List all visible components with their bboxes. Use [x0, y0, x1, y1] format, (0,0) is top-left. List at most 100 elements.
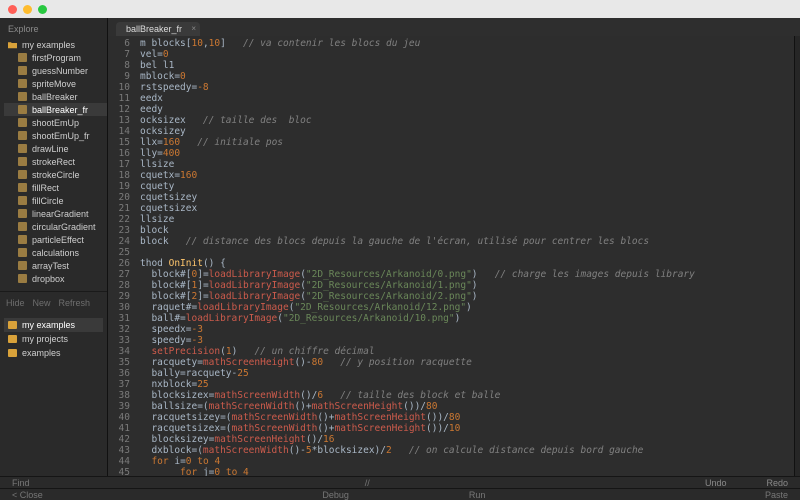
- code-line[interactable]: cquety: [140, 181, 794, 192]
- code-line[interactable]: block#[1]=loadLibraryImage("2D_Resources…: [140, 280, 794, 291]
- code-line[interactable]: ocksizex // taille des bloc: [140, 115, 794, 126]
- project-item[interactable]: my examples: [4, 318, 103, 332]
- close-traffic-light[interactable]: [8, 5, 17, 14]
- file-item[interactable]: shootEmUp: [4, 116, 107, 129]
- file-icon: [18, 118, 27, 127]
- code-line[interactable]: speedy=-3: [140, 335, 794, 346]
- sidebar-action-hide[interactable]: Hide: [6, 298, 25, 308]
- code-line[interactable]: block#[2]=loadLibraryImage("2D_Resources…: [140, 291, 794, 302]
- code-line[interactable]: llsize: [140, 159, 794, 170]
- file-icon: [18, 66, 27, 75]
- code-line[interactable]: blocksizey=mathScreenHeight()/16: [140, 434, 794, 445]
- code-line[interactable]: m blocks[10,10] // va contenir les blocs…: [140, 38, 794, 49]
- status-debug[interactable]: Debug: [322, 490, 349, 500]
- status-paste[interactable]: Paste: [765, 490, 788, 500]
- project-item[interactable]: my projects: [4, 332, 103, 346]
- code-line[interactable]: racquety=mathScreenHeight()-80 // y posi…: [140, 357, 794, 368]
- file-icon: [18, 222, 27, 231]
- cmd-undo[interactable]: Undo: [705, 478, 727, 488]
- file-item[interactable]: strokeCircle: [4, 168, 107, 181]
- code-line[interactable]: llsize: [140, 214, 794, 225]
- file-label: fillCircle: [32, 196, 64, 206]
- file-item[interactable]: spriteMove: [4, 77, 107, 90]
- cmd-find[interactable]: Find: [12, 478, 30, 488]
- status-close[interactable]: < Close: [12, 490, 43, 500]
- status-run[interactable]: Run: [469, 490, 486, 500]
- folder-my-examples[interactable]: my examples: [4, 38, 107, 51]
- code-line[interactable]: block // distance des blocs depuis la ga…: [140, 236, 794, 247]
- file-icon: [18, 248, 27, 257]
- file-label: shootEmUp: [32, 118, 79, 128]
- close-icon[interactable]: ×: [191, 24, 196, 33]
- code-line[interactable]: thod OnInit() {: [140, 258, 794, 269]
- file-label: arrayTest: [32, 261, 69, 271]
- folder-icon: [8, 40, 17, 49]
- file-item[interactable]: fillCircle: [4, 194, 107, 207]
- file-icon: [18, 144, 27, 153]
- code-line[interactable]: bel l1: [140, 60, 794, 71]
- code-line[interactable]: racquetsizey=(mathScreenWidth()+mathScre…: [140, 412, 794, 423]
- code-line[interactable]: raquet#=loadLibraryImage("2D_Resources/A…: [140, 302, 794, 313]
- code-line[interactable]: cquetsizey: [140, 192, 794, 203]
- file-item[interactable]: fillRect: [4, 181, 107, 194]
- file-item[interactable]: dropbox: [4, 272, 107, 285]
- code-line[interactable]: block#[0]=loadLibraryImage("2D_Resources…: [140, 269, 794, 280]
- sidebar-action-refresh[interactable]: Refresh: [59, 298, 91, 308]
- sidebar-action-new[interactable]: New: [33, 298, 51, 308]
- code-line[interactable]: ballsize=(mathScreenWidth()+mathScreenHe…: [140, 401, 794, 412]
- file-label: circularGradient: [32, 222, 96, 232]
- sidebar-actions: Hide New Refresh: [0, 291, 107, 314]
- editor-tab[interactable]: ballBreaker_fr ×: [116, 22, 200, 36]
- file-label: shootEmUp_fr: [32, 131, 90, 141]
- code-line[interactable]: blocksizex=mathScreenWidth()/6 // taille…: [140, 390, 794, 401]
- file-item[interactable]: circularGradient: [4, 220, 107, 233]
- status-bar: < Close Debug Run Paste: [0, 488, 800, 500]
- file-label: particleEffect: [32, 235, 84, 245]
- code-line[interactable]: llx=160 // initiale pos: [140, 137, 794, 148]
- code-line[interactable]: cquetx=160: [140, 170, 794, 181]
- editor-tab-label: ballBreaker_fr: [126, 24, 182, 34]
- code-line[interactable]: lly=400: [140, 148, 794, 159]
- command-bar: Find // Undo Redo: [0, 476, 800, 488]
- file-item[interactable]: arrayTest: [4, 259, 107, 272]
- code-line[interactable]: ocksizey: [140, 126, 794, 137]
- file-item[interactable]: calculations: [4, 246, 107, 259]
- code-line[interactable]: mblock=0: [140, 71, 794, 82]
- code-line[interactable]: ball#=loadLibraryImage("2D_Resources/Ark…: [140, 313, 794, 324]
- file-item[interactable]: shootEmUp_fr: [4, 129, 107, 142]
- code-line[interactable]: bally=racquety-25: [140, 368, 794, 379]
- file-item[interactable]: ballBreaker: [4, 90, 107, 103]
- editor-tab-bar: ballBreaker_fr ×: [108, 18, 800, 36]
- code-line[interactable]: eedy: [140, 104, 794, 115]
- code-line[interactable]: dxblock=(mathScreenWidth()-5*blocksizex)…: [140, 445, 794, 456]
- cmd-redo[interactable]: Redo: [766, 478, 788, 488]
- file-item[interactable]: firstProgram: [4, 51, 107, 64]
- file-item[interactable]: linearGradient: [4, 207, 107, 220]
- minimap-scrollbar[interactable]: [794, 36, 800, 476]
- file-item[interactable]: guessNumber: [4, 64, 107, 77]
- code-line[interactable]: block: [140, 225, 794, 236]
- project-item[interactable]: examples: [4, 346, 103, 360]
- file-label: ballBreaker_fr: [32, 105, 88, 115]
- code-line[interactable]: cquetsizex: [140, 203, 794, 214]
- code-line[interactable]: nxblock=25: [140, 379, 794, 390]
- code-line[interactable]: rstspeedy=-8: [140, 82, 794, 93]
- zoom-traffic-light[interactable]: [38, 5, 47, 14]
- file-item[interactable]: drawLine: [4, 142, 107, 155]
- file-item[interactable]: ballBreaker_fr: [4, 103, 107, 116]
- code-line[interactable]: eedx: [140, 93, 794, 104]
- code-line[interactable]: racquetsizex=(mathScreenWidth()+mathScre…: [140, 423, 794, 434]
- code-line[interactable]: [140, 247, 794, 258]
- file-item[interactable]: strokeRect: [4, 155, 107, 168]
- file-label: guessNumber: [32, 66, 88, 76]
- file-item[interactable]: particleEffect: [4, 233, 107, 246]
- code-line[interactable]: setPrecision(1) // un chiffre décimal: [140, 346, 794, 357]
- code-line[interactable]: speedx=-3: [140, 324, 794, 335]
- cmd-comment[interactable]: //: [365, 478, 370, 488]
- code-line[interactable]: for j=0 to 4: [140, 467, 794, 476]
- code-line[interactable]: vel=0: [140, 49, 794, 60]
- code-area[interactable]: m blocks[10,10] // va contenir les blocs…: [136, 36, 794, 476]
- code-editor[interactable]: 6789101112131415161718192021222324252627…: [108, 36, 800, 476]
- code-line[interactable]: for i=0 to 4: [140, 456, 794, 467]
- minimize-traffic-light[interactable]: [23, 5, 32, 14]
